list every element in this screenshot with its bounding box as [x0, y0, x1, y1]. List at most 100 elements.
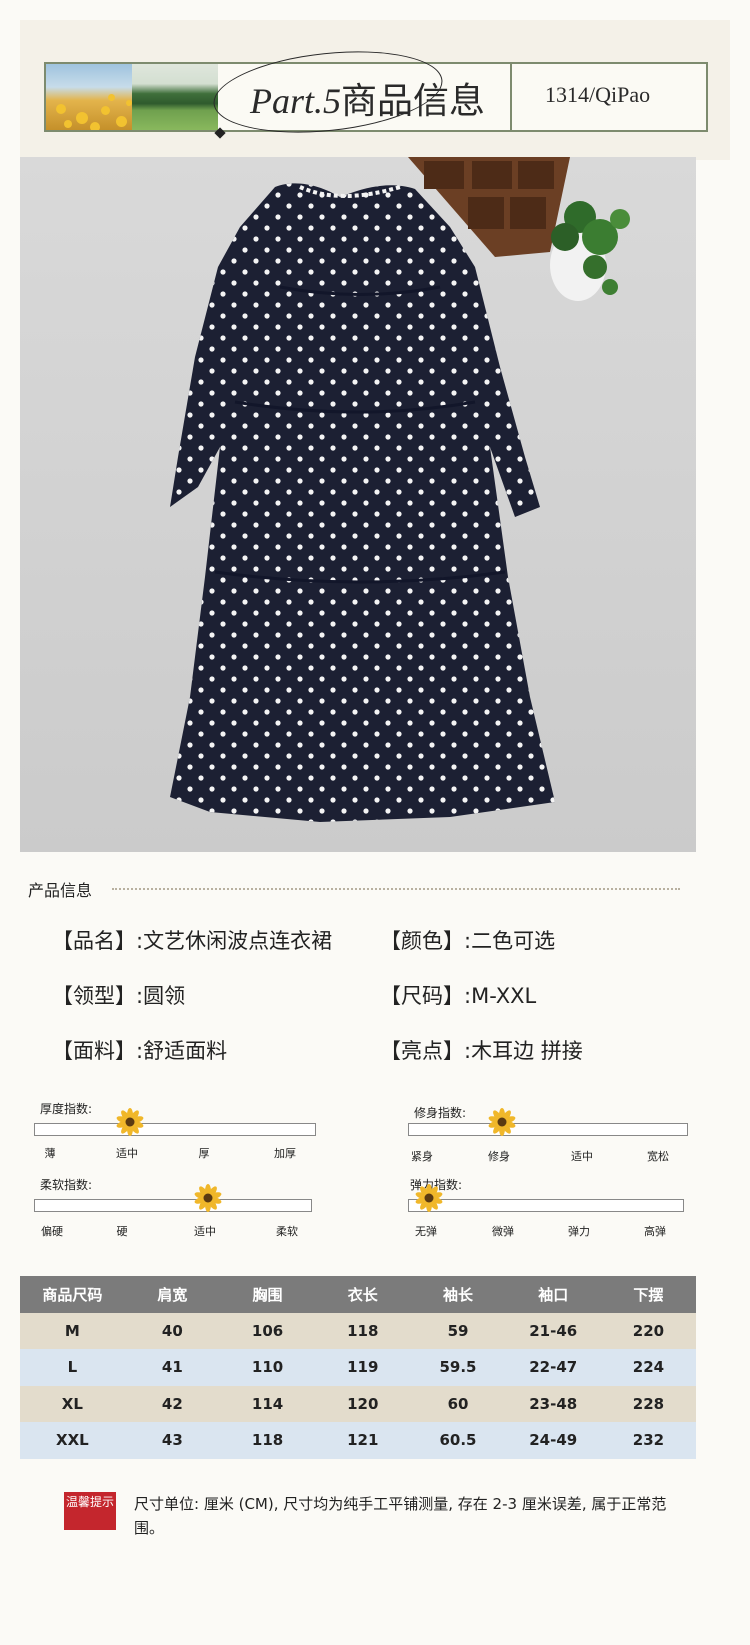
index-tick: 厚: [198, 1147, 210, 1160]
info-value: 舒适面料: [143, 1039, 228, 1063]
table-cell: 228: [632, 1394, 665, 1413]
index-title: 厚度指数:: [40, 1102, 93, 1116]
index-tick: 微弹: [492, 1225, 514, 1238]
header-cell: 下摆: [633, 1285, 664, 1304]
table-cell: 43: [161, 1431, 183, 1450]
product-photo: [20, 157, 696, 852]
sunflower-marker-icon: [191, 1184, 225, 1212]
index-tick: 适中: [194, 1225, 216, 1238]
dress-illustration: [170, 157, 630, 822]
info-value: 木耳边 拼接: [471, 1039, 583, 1063]
index-bar: [408, 1199, 684, 1212]
info-size: 【尺码】:M-XXL: [380, 980, 536, 1010]
table-cell: 220: [632, 1321, 665, 1340]
index-tick: 紧身: [411, 1150, 433, 1163]
info-color: 【颜色】:二色可选: [380, 925, 555, 955]
potted-plant-decoration: [550, 201, 630, 301]
table-row: L 41 110 119 59.5 22-47 224: [20, 1349, 696, 1386]
table-cell: 224: [632, 1358, 665, 1377]
table-cell: 24-49: [529, 1431, 578, 1450]
flower-dot: [64, 120, 72, 128]
sunflower-marker-icon: [485, 1108, 519, 1136]
info-value: 二色可选: [471, 929, 556, 953]
flower-dot: [90, 122, 100, 130]
table-cell: 22-47: [529, 1358, 578, 1377]
table-cell: L: [67, 1358, 78, 1377]
sunflower-marker-icon: [113, 1108, 147, 1136]
index-tick: 适中: [116, 1147, 138, 1160]
flower-field-image: [46, 64, 132, 130]
info-name: 【品名】:文艺休闲波点连衣裙: [52, 925, 332, 955]
info-label: 【尺码】:: [380, 984, 472, 1008]
polka-dot-dress: [170, 183, 555, 822]
header-cell: 商品尺码: [42, 1285, 103, 1304]
index-tick: 修身: [488, 1150, 510, 1163]
banner-brand: 1314/QiPao: [545, 82, 651, 107]
table-cell: 60: [447, 1394, 469, 1413]
index-bar: [34, 1123, 316, 1136]
flower-dot: [108, 94, 115, 101]
index-tick: 高弹: [644, 1225, 666, 1238]
table-cell: 21-46: [529, 1321, 578, 1340]
index-tick: 柔软: [276, 1225, 298, 1238]
index-title: 柔软指数:: [40, 1178, 93, 1192]
index-title: 修身指数:: [414, 1106, 467, 1120]
table-cell: 42: [161, 1394, 183, 1413]
table-cell: 121: [347, 1431, 379, 1450]
banner-title-text: 商品信息: [341, 81, 486, 121]
park-trees-image: [132, 64, 218, 130]
index-bar: [408, 1123, 688, 1136]
size-table: 商品尺码 肩宽 胸围 衣长 袖长 袖口 下摆 M 40 106 118 59 2…: [20, 1276, 696, 1459]
header-cell: 袖口: [538, 1285, 569, 1304]
table-cell: 59.5: [439, 1358, 477, 1377]
header-cell: 袖长: [442, 1285, 473, 1304]
table-cell: 59: [447, 1321, 469, 1340]
index-bar: [34, 1199, 312, 1212]
table-cell: XXL: [56, 1431, 89, 1450]
table-cell: XL: [61, 1394, 83, 1413]
flower-dot: [56, 104, 66, 114]
table-row: XL 42 114 120 60 23-48 228: [20, 1385, 696, 1422]
table-cell: 118: [347, 1321, 379, 1340]
info-value: M-XXL: [471, 984, 537, 1008]
index-tick: 宽松: [647, 1150, 669, 1163]
info-label: 【亮点】:: [380, 1039, 472, 1063]
table-cell: 41: [161, 1358, 183, 1377]
index-tick: 无弹: [415, 1225, 437, 1238]
table-cell: 120: [347, 1394, 379, 1413]
table-cell: 23-48: [529, 1394, 578, 1413]
tip-badge: 温馨提示: [64, 1492, 116, 1530]
table-cell: 106: [251, 1321, 284, 1340]
flower-dot: [116, 116, 127, 127]
banner-part-label: Part.5: [250, 81, 342, 121]
info-value: 圆领: [143, 984, 186, 1008]
table-cell: 119: [347, 1358, 379, 1377]
index-tick: 弹力: [568, 1225, 590, 1238]
info-value: 文艺休闲波点连衣裙: [143, 929, 333, 953]
table-cell: 60.5: [439, 1431, 477, 1450]
sunflower-marker-icon: [412, 1184, 446, 1212]
header-cell: 肩宽: [157, 1285, 188, 1304]
table-cell: 118: [251, 1431, 284, 1450]
table-cell: 110: [251, 1358, 284, 1377]
header-cell: 衣长: [347, 1285, 378, 1304]
table-cell: M: [64, 1321, 80, 1340]
index-tick: 适中: [571, 1150, 593, 1163]
info-label: 【领型】:: [52, 984, 144, 1008]
flower-dot: [101, 106, 110, 115]
table-cell: 114: [251, 1394, 284, 1413]
info-collar: 【领型】:圆领: [52, 980, 185, 1010]
measurement-note: 尺寸单位: 厘米 (CM), 尺寸均为纯手工平铺测量, 存在 2-3 厘米误差,…: [134, 1495, 667, 1537]
table-cell: 232: [632, 1431, 665, 1450]
banner-divider: [510, 64, 512, 130]
info-label: 【面料】:: [52, 1039, 144, 1063]
table-row: M 40 106 118 59 21-46 220: [20, 1312, 696, 1349]
info-highlight: 【亮点】:木耳边 拼接: [380, 1035, 583, 1065]
index-tick: 薄: [44, 1147, 56, 1160]
info-label: 【颜色】:: [380, 929, 472, 953]
table-row: XXL 43 118 121 60.5 24-49 232: [20, 1422, 696, 1459]
index-tick: 硬: [116, 1225, 128, 1238]
size-table-header: 商品尺码 肩宽 胸围 衣长 袖长 袖口 下摆: [20, 1276, 696, 1313]
section-divider: [112, 888, 680, 890]
header-cell: 胸围: [252, 1285, 283, 1304]
